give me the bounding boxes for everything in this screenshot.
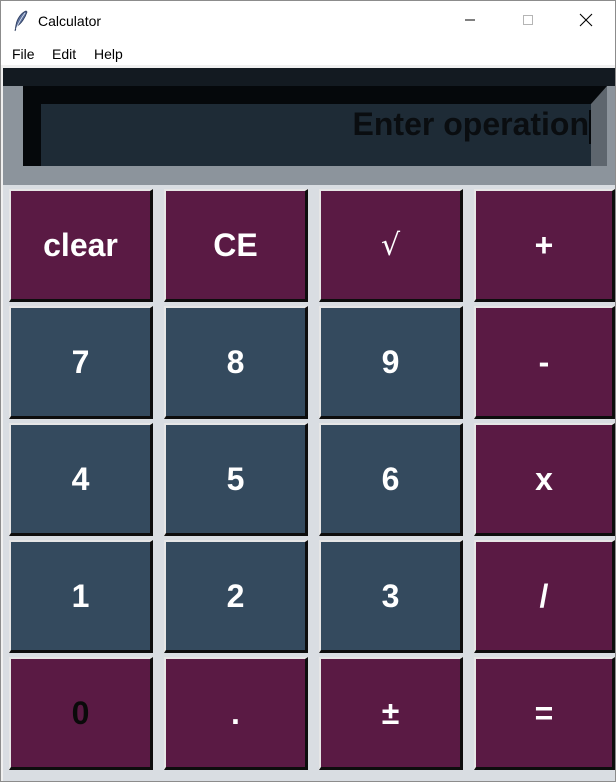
display-value: Enter operation [352, 106, 589, 142]
display-inner: Enter operation [41, 104, 591, 166]
minimize-icon [464, 13, 476, 31]
decimal-button[interactable]: . [164, 657, 308, 770]
subtract-button[interactable]: - [474, 306, 615, 419]
maximize-icon [522, 13, 534, 31]
calculator-window: Calculator File Edit Help Enter operatio… [0, 0, 616, 782]
digit-2-button[interactable]: 2 [164, 540, 308, 653]
menu-edit[interactable]: Edit [49, 46, 79, 62]
clear-entry-button[interactable]: CE [164, 189, 308, 302]
keypad: clear CE √ + 7 8 9 - 4 5 6 x 1 2 3 / 0 .… [3, 185, 615, 781]
menu-file[interactable]: File [9, 46, 38, 62]
digit-1-button[interactable]: 1 [9, 540, 153, 653]
digit-5-button[interactable]: 5 [164, 423, 308, 536]
digit-0-button[interactable]: 0 [9, 657, 153, 770]
maximize-button[interactable] [499, 1, 557, 43]
divide-button[interactable]: / [474, 540, 615, 653]
minimize-button[interactable] [441, 1, 499, 43]
plus-minus-button[interactable]: ± [319, 657, 463, 770]
window-title: Calculator [38, 13, 102, 29]
digit-3-button[interactable]: 3 [319, 540, 463, 653]
digit-6-button[interactable]: 6 [319, 423, 463, 536]
add-button[interactable]: + [474, 189, 615, 302]
menu-bar: File Edit Help [1, 43, 615, 65]
digit-9-button[interactable]: 9 [319, 306, 463, 419]
clear-button[interactable]: clear [9, 189, 153, 302]
menu-help[interactable]: Help [91, 46, 126, 62]
digit-4-button[interactable]: 4 [9, 423, 153, 536]
digit-7-button[interactable]: 7 [9, 306, 153, 419]
text-caret [589, 110, 591, 144]
digit-8-button[interactable]: 8 [164, 306, 308, 419]
feather-icon [13, 10, 29, 32]
equals-button[interactable]: = [474, 657, 615, 770]
display-frame: Enter operation [3, 68, 615, 185]
close-icon [579, 13, 593, 32]
title-bar[interactable]: Calculator [1, 1, 615, 43]
display-entry[interactable]: Enter operation [23, 86, 607, 166]
multiply-button[interactable]: x [474, 423, 615, 536]
sqrt-button[interactable]: √ [319, 189, 463, 302]
close-button[interactable] [557, 1, 615, 43]
